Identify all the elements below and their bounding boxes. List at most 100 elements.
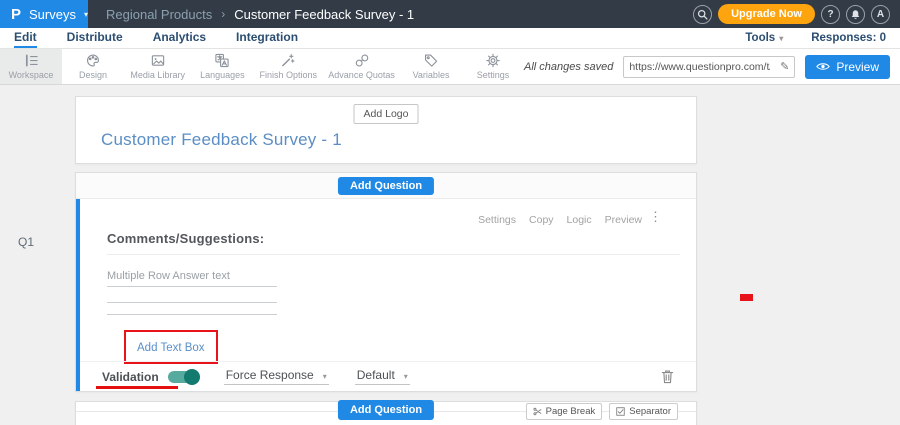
force-response-label: Force Response xyxy=(226,368,314,382)
search-button[interactable] xyxy=(693,5,712,24)
notifications-button[interactable] xyxy=(846,5,865,24)
validation-type-label: Default xyxy=(357,368,395,382)
toolbar-tab-finish-options[interactable]: Finish Options xyxy=(253,49,323,84)
survey-header-card: Add Logo Customer Feedback Survey - 1 xyxy=(75,96,697,164)
next-section-card: Add Question Page Break Separator xyxy=(75,401,697,425)
question-logic-link[interactable]: Logic xyxy=(567,214,592,226)
toolbar-tab-design[interactable]: Design xyxy=(62,49,124,84)
surveys-product-switcher[interactable]: P Surveys ▾ xyxy=(0,0,88,28)
product-name: Surveys xyxy=(29,7,76,22)
tab-analytics-label: Analytics xyxy=(153,30,206,44)
delete-question-button[interactable] xyxy=(661,369,674,384)
media-library-icon xyxy=(150,53,166,68)
survey-canvas: Q1 Add Logo Customer Feedback Survey - 1… xyxy=(0,85,900,425)
tab-integration-label: Integration xyxy=(236,30,298,44)
page-break-button[interactable]: Page Break xyxy=(526,403,603,420)
responses-count-link[interactable]: Responses: 0 xyxy=(811,32,886,44)
toolbar-right: All changes saved ✎ Preview xyxy=(524,49,900,84)
answer-row-placeholder: Multiple Row Answer text xyxy=(107,270,277,287)
add-question-label: Add Question xyxy=(350,180,422,192)
help-button[interactable]: ? xyxy=(821,5,840,24)
survey-url-input[interactable] xyxy=(624,61,775,73)
question-actions: Settings Copy Logic Preview xyxy=(478,214,642,226)
red-dash-annotation xyxy=(740,294,753,301)
add-question-button-bottom[interactable]: Add Question xyxy=(338,400,434,420)
variables-tag-icon xyxy=(423,53,439,68)
question-copy-link[interactable]: Copy xyxy=(529,214,554,226)
toolbar-tab-languages[interactable]: Languages xyxy=(191,49,253,84)
tools-dropdown[interactable]: Tools ▾ xyxy=(745,32,783,44)
force-response-dropdown[interactable]: Force Response ▾ xyxy=(224,368,329,385)
add-logo-label: Add Logo xyxy=(364,108,409,120)
validation-type-dropdown[interactable]: Default ▾ xyxy=(355,368,410,385)
separator-button[interactable]: Separator xyxy=(609,403,678,420)
question-footer: Validation Force Response ▾ Default ▾ xyxy=(80,361,696,391)
question-text[interactable]: Comments/Suggestions: xyxy=(107,231,264,246)
preview-button[interactable]: Preview xyxy=(805,55,890,79)
bell-icon xyxy=(850,9,861,20)
breadcrumb-survey-name: Customer Feedback Survey - 1 xyxy=(234,7,414,22)
tab-edit[interactable]: Edit xyxy=(14,28,37,48)
more-options-icon[interactable]: ⋮ xyxy=(649,210,662,223)
add-question-label: Add Question xyxy=(350,404,422,416)
search-icon xyxy=(697,9,708,20)
checked-box-icon xyxy=(616,407,625,416)
page-break-label: Page Break xyxy=(546,406,596,417)
edit-url-pencil-icon[interactable]: ✎ xyxy=(775,60,794,73)
add-question-button-top[interactable]: Add Question xyxy=(338,177,434,195)
upgrade-now-label: Upgrade Now xyxy=(731,8,802,20)
preview-button-label: Preview xyxy=(836,60,879,74)
save-status-text: All changes saved xyxy=(524,61,613,73)
chevron-down-icon: ▾ xyxy=(323,372,327,381)
top-bar: P Surveys ▾ Regional Products › Customer… xyxy=(0,0,900,28)
survey-title[interactable]: Customer Feedback Survey - 1 xyxy=(101,130,342,150)
advance-quotas-links-icon xyxy=(354,53,370,68)
toolbar-tab-label: Languages xyxy=(200,70,245,80)
questionpro-logo: P xyxy=(11,6,21,23)
tools-label: Tools xyxy=(745,32,775,44)
question-divider xyxy=(107,254,680,255)
survey-menu-bar: Edit Distribute Analytics Integration To… xyxy=(0,28,900,49)
upgrade-now-button[interactable]: Upgrade Now xyxy=(718,4,815,24)
question-number-label: Q1 xyxy=(18,235,34,249)
page-break-separator-group: Page Break Separator xyxy=(526,403,678,420)
answer-row xyxy=(107,303,277,315)
question-block: Settings Copy Logic Preview ⋮ Comments/S… xyxy=(76,199,696,391)
tab-distribute[interactable]: Distribute xyxy=(67,28,123,48)
toolbar-tab-label: Media Library xyxy=(130,70,185,80)
menu-right-links: Tools ▾ Responses: 0 xyxy=(745,32,886,44)
question-settings-link[interactable]: Settings xyxy=(478,214,516,226)
tab-integration[interactable]: Integration xyxy=(236,28,298,48)
tab-edit-label: Edit xyxy=(14,30,37,44)
validation-toggle[interactable] xyxy=(168,371,198,383)
trash-icon xyxy=(661,369,674,384)
edit-toolbar: Workspace Design Media Library Languages… xyxy=(0,49,900,85)
avatar-letter: A xyxy=(877,9,884,20)
question-preview-link[interactable]: Preview xyxy=(605,214,642,226)
account-avatar[interactable]: A xyxy=(871,5,890,24)
chevron-down-icon: ▾ xyxy=(779,34,783,43)
breadcrumb-folder[interactable]: Regional Products xyxy=(106,7,212,22)
survey-url-box: ✎ xyxy=(623,56,795,78)
eye-icon xyxy=(816,62,830,71)
separator-label: Separator xyxy=(629,406,671,417)
breadcrumb: Regional Products › Customer Feedback Su… xyxy=(106,7,414,22)
answer-row xyxy=(107,291,277,303)
tab-analytics[interactable]: Analytics xyxy=(153,28,206,48)
toolbar-tab-media-library[interactable]: Media Library xyxy=(124,49,191,84)
toolbar-tab-advance-quotas[interactable]: Advance Quotas xyxy=(323,49,400,84)
validation-toggle-knob xyxy=(184,369,200,385)
tab-distribute-label: Distribute xyxy=(67,30,123,44)
toolbar-tab-variables[interactable]: Variables xyxy=(400,49,462,84)
toolbar-tab-workspace[interactable]: Workspace xyxy=(0,49,62,84)
questionpro-survey-editor: P Surveys ▾ Regional Products › Customer… xyxy=(0,0,900,425)
validation-annotation-underline xyxy=(96,386,178,389)
add-text-box-link[interactable]: Add Text Box xyxy=(137,342,205,354)
toolbar-tab-label: Variables xyxy=(413,70,450,80)
chevron-down-icon: ▾ xyxy=(84,10,88,19)
add-logo-button[interactable]: Add Logo xyxy=(354,104,419,124)
workspace-icon xyxy=(23,53,40,68)
chevron-down-icon: ▾ xyxy=(404,372,408,381)
toolbar-tab-settings[interactable]: Settings xyxy=(462,49,524,84)
add-text-box-annotation-box: Add Text Box xyxy=(124,330,218,364)
